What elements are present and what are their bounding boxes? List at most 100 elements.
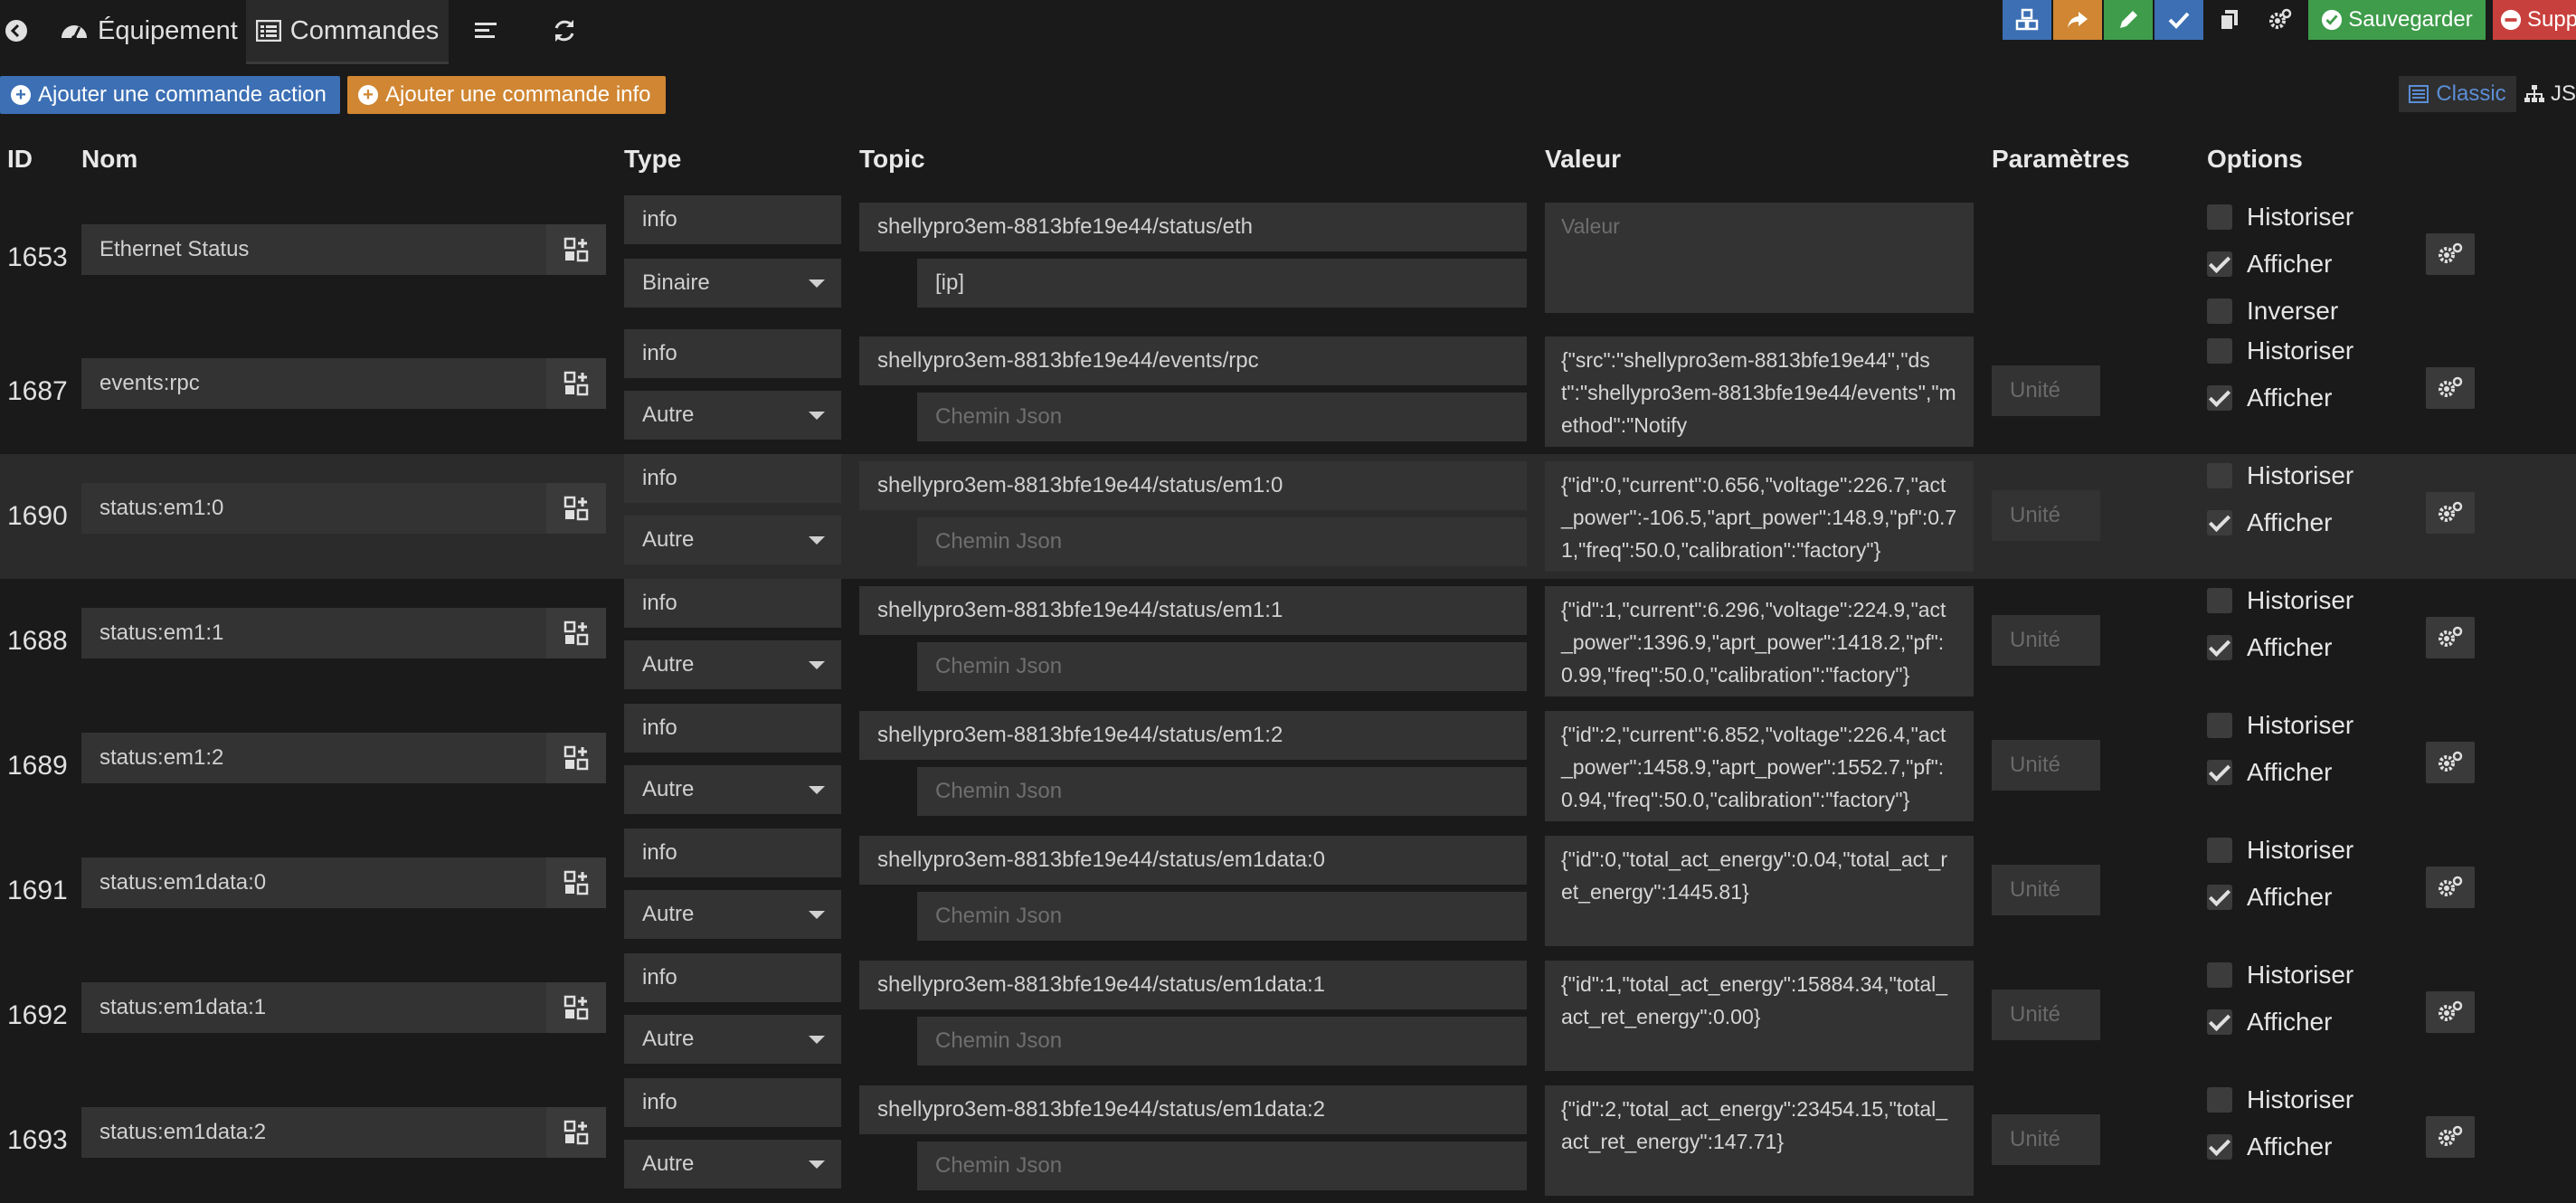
value-textarea[interactable]: {"id":1,"current":6.296,"voltage":224.9,… — [1545, 586, 1974, 696]
unit-input[interactable]: Unité — [1992, 615, 2100, 666]
value-textarea[interactable]: {"id":0,"total_act_energy":0.04,"total_a… — [1545, 836, 1974, 946]
historiser-checkbox[interactable] — [2207, 962, 2232, 988]
command-name-input[interactable]: status:em1:1 — [81, 608, 546, 658]
unit-input[interactable]: Unité — [1992, 1114, 2100, 1165]
configure-command-button[interactable] — [546, 733, 606, 783]
value-textarea[interactable]: {"id":2,"total_act_energy":23454.15,"tot… — [1545, 1085, 1974, 1196]
configure-command-button[interactable] — [546, 358, 606, 409]
type-select[interactable]: info — [624, 579, 841, 628]
tab-commandes[interactable]: Commandes — [246, 0, 449, 64]
json-path-input[interactable]: Chemin Json — [917, 642, 1527, 691]
configure-command-button[interactable] — [546, 224, 606, 275]
afficher-checkbox[interactable] — [2207, 635, 2232, 660]
command-name-input[interactable]: status:em1:2 — [81, 733, 546, 783]
tab-equipement[interactable]: Équipement — [60, 0, 241, 62]
subtype-select[interactable]: Autre — [624, 1015, 841, 1064]
type-select[interactable]: info — [624, 195, 841, 244]
configure-command-button[interactable] — [546, 982, 606, 1033]
afficher-checkbox[interactable] — [2207, 885, 2232, 910]
historiser-checkbox[interactable] — [2207, 713, 2232, 738]
tab-logs[interactable] — [461, 0, 510, 62]
topic-input[interactable]: shellypro3em-8813bfe19e44/status/em1:1 — [859, 586, 1527, 635]
share-button[interactable] — [2053, 0, 2102, 40]
type-select[interactable]: info — [624, 1078, 841, 1127]
view-classic-button[interactable]: Classic — [2399, 76, 2516, 112]
command-name-input[interactable]: status:em1data:2 — [81, 1107, 546, 1158]
json-path-input[interactable]: [ip] — [917, 259, 1527, 308]
add-info-command-button[interactable]: + Ajouter une commande info — [347, 76, 666, 114]
copy-button[interactable] — [2205, 0, 2254, 40]
topic-input[interactable]: shellypro3em-8813bfe19e44/status/em1data… — [859, 836, 1527, 885]
topic-input[interactable]: shellypro3em-8813bfe19e44/status/em1data… — [859, 961, 1527, 1009]
unit-input[interactable]: Unité — [1992, 740, 2100, 791]
afficher-checkbox[interactable] — [2207, 251, 2232, 277]
delete-button[interactable]: Supp — [2493, 0, 2576, 40]
unit-input[interactable]: Unité — [1992, 990, 2100, 1040]
json-path-input[interactable]: Chemin Json — [917, 393, 1527, 441]
command-advanced-config-button[interactable] — [2426, 233, 2475, 275]
inverser-option[interactable]: Inverser — [2207, 297, 2338, 326]
subtype-select[interactable]: Autre — [624, 1140, 841, 1189]
value-textarea[interactable]: {"src":"shellypro3em-8813bfe19e44","dst"… — [1545, 336, 1974, 447]
historiser-option[interactable]: Historiser — [2207, 586, 2353, 615]
command-name-input[interactable]: status:em1data:0 — [81, 857, 546, 908]
save-button[interactable]: Sauvegarder — [2308, 0, 2486, 40]
command-advanced-config-button[interactable] — [2426, 1116, 2475, 1158]
historiser-option[interactable]: Historiser — [2207, 1085, 2353, 1114]
configure-command-button[interactable] — [546, 608, 606, 658]
back-button[interactable] — [0, 0, 33, 62]
unit-input[interactable]: Unité — [1992, 365, 2100, 416]
historiser-checkbox[interactable] — [2207, 204, 2232, 230]
afficher-option[interactable]: Afficher — [2207, 384, 2332, 412]
value-textarea[interactable]: {"id":0,"current":0.656,"voltage":226.7,… — [1545, 461, 1974, 572]
subtype-select[interactable]: Binaire — [624, 259, 841, 308]
inverser-checkbox[interactable] — [2207, 298, 2232, 324]
historiser-checkbox[interactable] — [2207, 838, 2232, 863]
command-advanced-config-button[interactable] — [2426, 492, 2475, 534]
edit-button[interactable] — [2104, 0, 2153, 40]
afficher-checkbox[interactable] — [2207, 385, 2232, 411]
json-path-input[interactable]: Chemin Json — [917, 517, 1527, 566]
command-name-input[interactable]: status:em1:0 — [81, 483, 546, 534]
type-select[interactable]: info — [624, 704, 841, 753]
subtype-select[interactable]: Autre — [624, 391, 841, 440]
configure-command-button[interactable] — [546, 857, 606, 908]
topic-input[interactable]: shellypro3em-8813bfe19e44/status/em1data… — [859, 1085, 1527, 1134]
afficher-option[interactable]: Afficher — [2207, 1132, 2332, 1161]
afficher-checkbox[interactable] — [2207, 760, 2232, 785]
json-path-input[interactable]: Chemin Json — [917, 892, 1527, 941]
subtype-select[interactable]: Autre — [624, 890, 841, 939]
afficher-checkbox[interactable] — [2207, 1009, 2232, 1035]
afficher-option[interactable]: Afficher — [2207, 508, 2332, 537]
afficher-option[interactable]: Afficher — [2207, 758, 2332, 787]
historiser-checkbox[interactable] — [2207, 588, 2232, 613]
topic-input[interactable]: shellypro3em-8813bfe19e44/status/eth — [859, 203, 1527, 251]
afficher-option[interactable]: Afficher — [2207, 633, 2332, 662]
type-select[interactable]: info — [624, 454, 841, 503]
json-path-input[interactable]: Chemin Json — [917, 1017, 1527, 1066]
configure-command-button[interactable] — [546, 483, 606, 534]
historiser-option[interactable]: Historiser — [2207, 711, 2353, 740]
validate-button[interactable] — [2155, 0, 2203, 40]
historiser-option[interactable]: Historiser — [2207, 203, 2353, 232]
topic-input[interactable]: shellypro3em-8813bfe19e44/events/rpc — [859, 336, 1527, 385]
historiser-option[interactable]: Historiser — [2207, 836, 2353, 865]
afficher-checkbox[interactable] — [2207, 510, 2232, 535]
topic-input[interactable]: shellypro3em-8813bfe19e44/status/em1:2 — [859, 711, 1527, 760]
command-advanced-config-button[interactable] — [2426, 991, 2475, 1033]
command-name-input[interactable]: events:rpc — [81, 358, 546, 409]
command-name-input[interactable]: Ethernet Status — [81, 224, 546, 275]
value-textarea[interactable]: {"id":1,"total_act_energy":15884.34,"tot… — [1545, 961, 1974, 1071]
view-json-button[interactable]: JS — [2524, 76, 2576, 112]
unit-input[interactable]: Unité — [1992, 865, 2100, 915]
subtype-select[interactable]: Autre — [624, 765, 841, 814]
type-select[interactable]: info — [624, 953, 841, 1002]
json-path-input[interactable]: Chemin Json — [917, 767, 1527, 816]
historiser-checkbox[interactable] — [2207, 338, 2232, 364]
command-advanced-config-button[interactable] — [2426, 367, 2475, 409]
json-path-input[interactable]: Chemin Json — [917, 1141, 1527, 1190]
command-advanced-config-button[interactable] — [2426, 617, 2475, 658]
unit-input[interactable]: Unité — [1992, 490, 2100, 541]
afficher-option[interactable]: Afficher — [2207, 250, 2332, 279]
type-select[interactable]: info — [624, 829, 841, 877]
